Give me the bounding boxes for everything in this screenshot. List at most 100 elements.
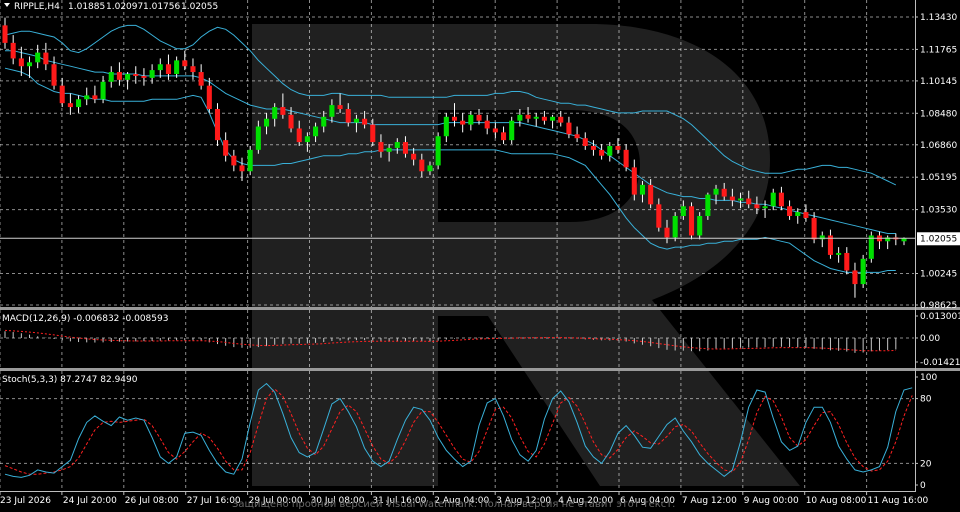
candle-body-bear: [402, 142, 408, 154]
low-value: 1.01756: [143, 2, 180, 12]
candle-body-bear: [10, 42, 16, 59]
candle-body-bull: [705, 194, 711, 217]
candle-body-bear: [852, 270, 858, 285]
macd-tick-label: 0.00: [920, 334, 940, 344]
candle-body-bull: [313, 126, 319, 137]
candle[interactable]: [705, 192, 711, 220]
stoch-label: Stoch(5,3,3) 87.2747 82.9490: [2, 375, 138, 385]
candle-body-bear: [337, 105, 343, 110]
candle-body-bear: [590, 145, 596, 150]
candle-body-bear: [729, 196, 735, 201]
price-tick-label: 1.03530: [920, 206, 957, 216]
candle-body-bull: [607, 145, 613, 156]
price-tick-label: 0.98625: [920, 301, 957, 311]
panel-separator-macd[interactable]: [0, 307, 960, 310]
candle-body-bear: [787, 206, 793, 217]
candle-body-bull: [329, 105, 335, 117]
candle-body-bull: [443, 116, 449, 137]
candle-body-bear: [746, 198, 752, 205]
time-tick-label: 7 Aug 12:00: [682, 496, 737, 506]
price-tick-label: 1.10145: [920, 77, 957, 87]
candle-body-bear: [133, 73, 139, 76]
candle-body-bear: [656, 204, 662, 228]
price-tick-label: 1.05195: [920, 173, 957, 183]
candle-body-bear: [648, 184, 654, 205]
candle-body-bull: [770, 192, 776, 207]
trading-chart[interactable]: 1.02055 1.13430 1.11765 1.10145 1.08480 1.06…: [0, 0, 960, 512]
candle-body-bear: [582, 138, 588, 146]
price-tick-label: 1.00245: [920, 269, 957, 279]
panel-separator-stoch[interactable]: [0, 368, 960, 371]
candle-body-bull: [713, 188, 719, 195]
candle-body-bull: [795, 212, 801, 217]
candle-body-bear: [811, 217, 817, 240]
candle-body-bull: [26, 62, 33, 67]
time-tick-label: 24 Jul 20:00: [63, 496, 117, 506]
candle-body-bull: [353, 118, 359, 123]
candle-body-bull: [639, 184, 646, 195]
candle-body-bull: [394, 142, 400, 148]
candle-body-bear: [688, 206, 695, 236]
candle-body-bull: [108, 72, 114, 82]
time-tick-label: 9 Aug 00:00: [744, 496, 799, 506]
candle-body-bear: [803, 212, 809, 218]
candle-body-bear: [754, 204, 760, 209]
candle-body-bull: [680, 206, 686, 217]
candle-body-bear: [631, 167, 637, 195]
candle-body-bear: [67, 103, 73, 108]
candle-body-bull: [100, 81, 106, 100]
macd-tick-label: 0.013001: [920, 312, 960, 322]
candle-body-bull: [468, 114, 474, 125]
candle-body-bull: [321, 116, 327, 127]
candle-body-bear: [190, 66, 196, 73]
candle[interactable]: [247, 145, 253, 176]
candle-body-bull: [149, 70, 155, 78]
candle-body-bear: [623, 149, 629, 168]
candle-body-bear: [599, 149, 605, 156]
candle-body-bull: [304, 136, 310, 143]
macd-label: MACD(12,26,9) -0.006832 -0.008593: [2, 314, 168, 324]
candle-body-bull: [860, 258, 866, 285]
candle-body-bear: [182, 60, 188, 67]
candle[interactable]: [672, 212, 678, 242]
candle-body-bear: [288, 114, 294, 129]
candle-body-bear: [484, 120, 490, 129]
candle-body-bear: [116, 72, 122, 80]
open-value: 1.01885: [68, 2, 105, 12]
candle-body-bear: [721, 188, 727, 197]
candle-body-bear: [574, 134, 580, 139]
candle-body-bear: [18, 58, 24, 67]
candle[interactable]: [868, 231, 874, 263]
candle-body-bull: [509, 120, 515, 141]
candle-body-bear: [231, 155, 237, 166]
current-price-value: 1.02055: [920, 234, 957, 244]
candle[interactable]: [509, 116, 515, 145]
candle-body-bear: [525, 114, 531, 119]
candle-body-bear: [280, 107, 286, 115]
candle-body-bull: [263, 118, 270, 127]
candle-body-bear: [419, 159, 425, 172]
candle[interactable]: [860, 254, 866, 288]
candle[interactable]: [214, 103, 221, 146]
candle-body-bull: [76, 99, 82, 108]
high-value: 1.02097: [106, 2, 143, 12]
candle-body-bull: [435, 136, 441, 166]
price-tick-label: 1.13430: [920, 13, 957, 23]
candle-body-bull: [697, 216, 703, 236]
candle-body-bear: [844, 252, 850, 271]
candle-body-bear: [92, 95, 98, 100]
time-tick-label: 23 Jul 2026: [0, 496, 51, 506]
candle-body-bull: [533, 116, 539, 119]
candle-body-bull: [84, 95, 90, 100]
candle-body-bear: [141, 75, 147, 78]
stoch-tick-label: 20: [920, 459, 932, 469]
candle-body-bull: [247, 149, 253, 172]
candle[interactable]: [435, 132, 441, 170]
candle-body-bull: [255, 126, 261, 150]
candle-body-bull: [272, 107, 278, 119]
candle[interactable]: [697, 212, 703, 240]
candle[interactable]: [688, 202, 695, 240]
price-tick-label: 1.06860: [920, 141, 957, 151]
time-axis-line: [0, 491, 916, 492]
candle-body-bear: [615, 145, 621, 150]
